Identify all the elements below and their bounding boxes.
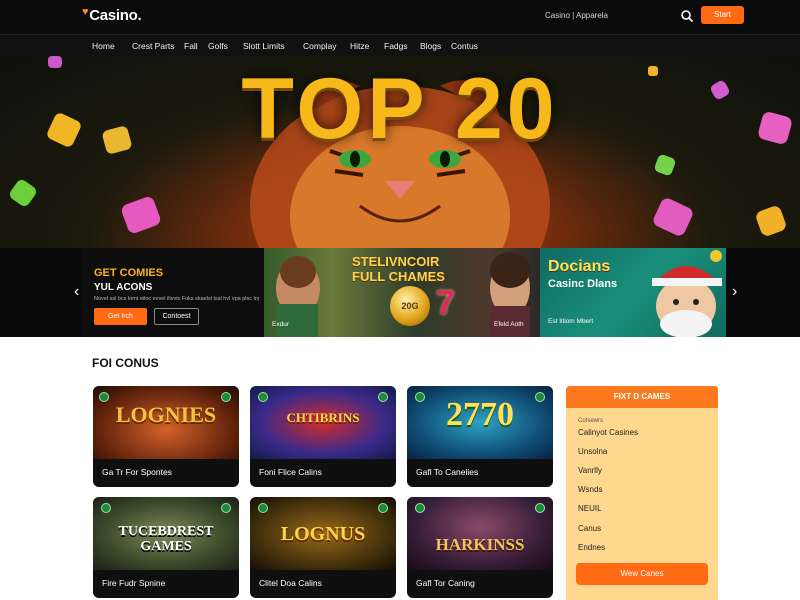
tile-logo: TUCEBDREST GAMES: [118, 524, 214, 554]
nav-item-contus[interactable]: Contus: [451, 41, 478, 51]
sidebar-subheading: Cotsewrs: [578, 418, 604, 424]
promo-carousel: ‹ GET COMIES YUL ACONS Novel ssl bcs lom…: [0, 248, 800, 337]
hero-banner[interactable]: TOP 20: [0, 56, 800, 248]
nav-item-fadgs[interactable]: Fadgs: [384, 41, 408, 51]
tile-logo: LOGNIES: [115, 402, 217, 427]
game-tile[interactable]: LOGNIES Ga Tr For Spontes: [93, 386, 239, 487]
chevron-left-icon[interactable]: ‹: [74, 284, 79, 300]
promo-card-docians[interactable]: Docians Casinc Dlans Est Iltiom Mbert: [540, 248, 726, 337]
badge-icon: [415, 503, 425, 513]
nav-item-golfs[interactable]: Golfs: [208, 41, 228, 51]
game-tile[interactable]: TUCEBDREST GAMES Fire Fudr Spnine: [93, 497, 239, 598]
chevron-right-icon[interactable]: ›: [732, 284, 737, 300]
card-caption-left: Exdur: [272, 321, 289, 328]
view-games-button[interactable]: Wew Canes: [576, 563, 708, 585]
card-title-line1: STELIVNCOIR: [352, 254, 440, 269]
sidebar-heading: FIXT D CAMES: [566, 386, 718, 408]
top-link[interactable]: Casino | Apparela: [545, 11, 608, 20]
tile-label: Fire Fudr Spnine: [102, 578, 166, 588]
card-caption-right: Efeld Aoth: [494, 321, 524, 328]
tile-logo: LOGNUS: [280, 523, 366, 545]
top-bar: ♥Casino. Casino | Apparela Start: [0, 0, 800, 34]
lucky-seven: 7: [436, 284, 455, 322]
card-caption: Est Iltiom Mbert: [548, 318, 594, 325]
badge-icon: [221, 503, 231, 513]
tile-art: [407, 497, 553, 570]
game-tile[interactable]: LOGNUS Clitel Doa Calins: [250, 497, 396, 598]
hero-title: TOP 20: [241, 61, 559, 157]
badge-icon: [99, 392, 109, 402]
tile-logo: 2770: [446, 396, 514, 433]
nav-item-slott-limits[interactable]: Slott Limits: [243, 41, 285, 51]
badge-icon: [378, 392, 388, 402]
tile-label: Foni Flice Calins: [259, 467, 322, 477]
promo-heading: GET COMIES: [94, 267, 164, 279]
game-tile[interactable]: CHTIBRINS Foni Flice Calins: [250, 386, 396, 487]
heart-icon: ♥: [82, 6, 89, 18]
badge-icon: [221, 392, 231, 402]
sidebar-item[interactable]: Endnes: [578, 543, 605, 552]
tile-label: Ga Tr For Spontes: [102, 467, 172, 477]
card-title-line2: Casinc Dlans: [548, 278, 618, 290]
tile-label: Gafl Tor Caning: [416, 578, 475, 588]
tile-label: Gafl To Canelies: [416, 467, 479, 477]
badge-icon: [258, 503, 268, 513]
sidebar-item[interactable]: Wsnds: [578, 485, 602, 494]
logo-text: Casino.: [89, 7, 142, 24]
nav-item-crest-parts[interactable]: Crest Parts: [132, 41, 175, 51]
nav-item-hitze[interactable]: Hitze: [350, 41, 369, 51]
badge-icon: [535, 503, 545, 513]
tile-logo: HARKINSS: [435, 535, 525, 554]
main-nav: Home Crest Parts Fall Golfs Slott Limits…: [0, 34, 800, 56]
promo-subheading: YUL ACONS: [94, 282, 153, 293]
tile-logo: CHTIBRINS: [286, 410, 360, 425]
sidebar-item[interactable]: Unsolna: [578, 447, 607, 456]
promo-text: Novel ssl bcs lomt eiloc evvel ilivvis F…: [94, 296, 259, 302]
coin-icon: 20G: [390, 286, 430, 326]
tile-label: Clitel Doa Calins: [259, 578, 322, 588]
badge-icon: [378, 503, 388, 513]
nav-item-blogs[interactable]: Blogs: [420, 41, 441, 51]
promo-panel: GET COMIES YUL ACONS Novel ssl bcs lomt …: [82, 248, 264, 337]
game-tile[interactable]: HARKINSS Gafl Tor Caning: [407, 497, 553, 598]
section-title: FOI CONUS: [92, 356, 159, 370]
sidebar-panel: FIXT D CAMES Cotsewrs Calinyot Casines U…: [566, 386, 718, 600]
search-icon[interactable]: [680, 9, 694, 23]
card-title-line2: FULL CHAMES: [352, 269, 445, 284]
sidebar-item[interactable]: Canus: [578, 524, 601, 533]
game-tile[interactable]: 2770 Gafl To Canelies: [407, 386, 553, 487]
sidebar-item[interactable]: NEUIL: [578, 504, 602, 513]
sidebar-item[interactable]: Calinyot Casines: [578, 428, 638, 437]
logo[interactable]: ♥Casino.: [82, 6, 142, 24]
promo-card-full-games[interactable]: STELIVNCOIR FULL CHAMES 20G 7 Exdur Efel…: [264, 248, 540, 337]
sidebar-item[interactable]: Vanrlly: [578, 466, 602, 475]
promo-primary-button[interactable]: Get Irch: [94, 308, 147, 325]
card-title-line1: Docians: [548, 258, 611, 275]
promo-secondary-button[interactable]: Contoest: [154, 308, 199, 325]
badge-icon: [101, 503, 111, 513]
nav-item-complay[interactable]: Complay: [303, 41, 337, 51]
nav-item-fall[interactable]: Fall: [184, 41, 198, 51]
badge-icon: [258, 392, 268, 402]
nav-item-home[interactable]: Home: [92, 41, 115, 51]
start-button[interactable]: Start: [701, 6, 744, 24]
